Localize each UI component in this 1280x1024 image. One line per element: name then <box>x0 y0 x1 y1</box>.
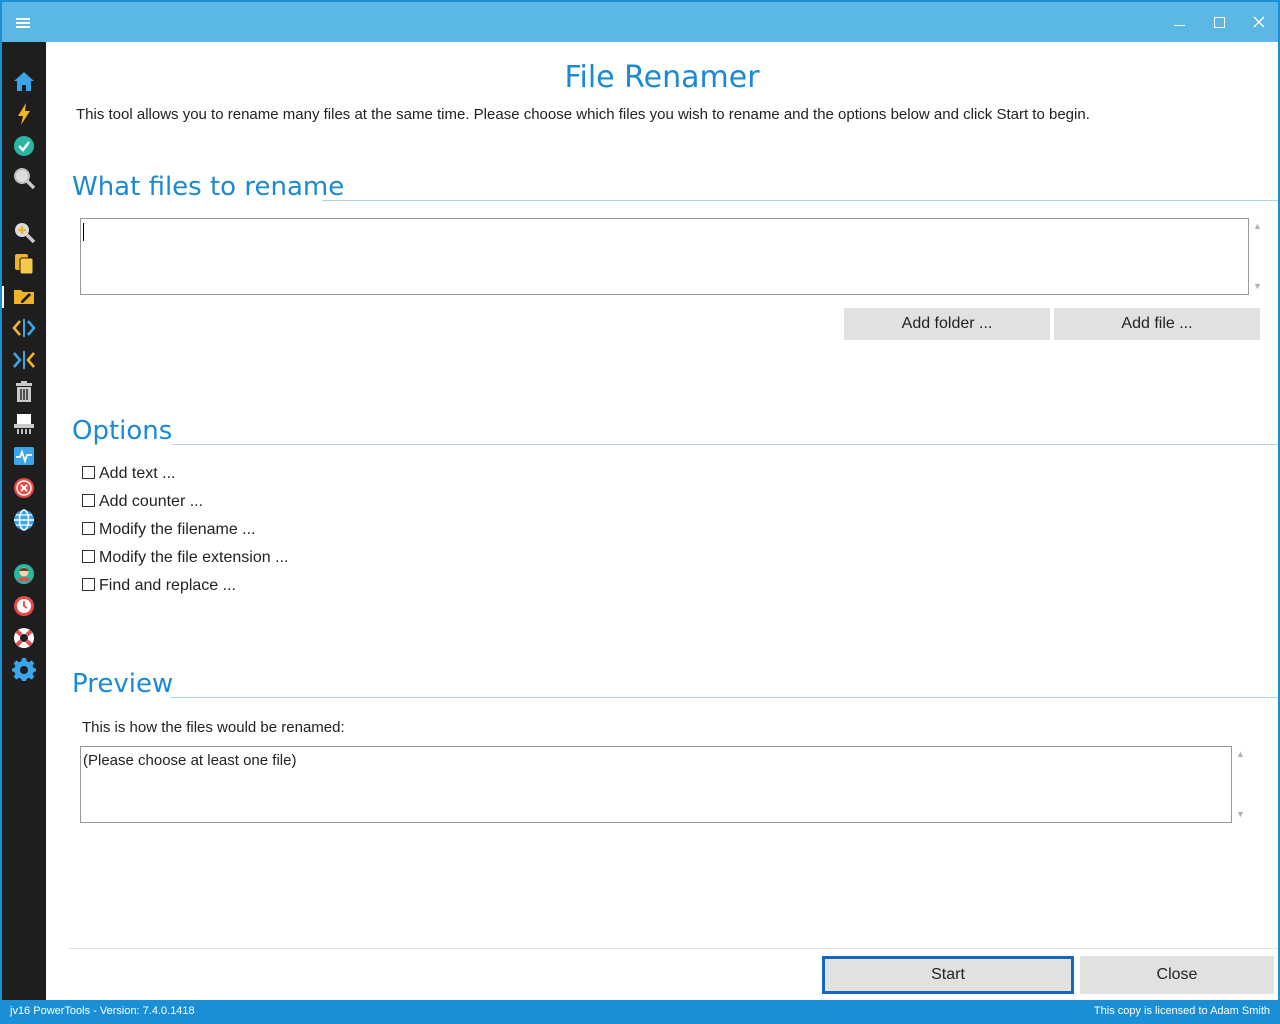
checkmark-icon <box>14 136 34 156</box>
sidebar-item-settings[interactable] <box>12 658 36 682</box>
close-icon <box>1253 16 1265 28</box>
option-checkbox[interactable] <box>82 550 95 563</box>
sidebar-item-help[interactable] <box>12 626 36 650</box>
sidebar-item-profile[interactable] <box>12 562 36 586</box>
close-button[interactable]: Close <box>1080 956 1274 994</box>
page-title: File Renamer <box>564 60 760 95</box>
option-label: Modify the file extension ... <box>99 549 289 566</box>
globe-icon <box>14 509 34 531</box>
sidebar-item-join[interactable] <box>12 348 36 372</box>
options-section-divider <box>172 444 1278 445</box>
option-checkbox[interactable] <box>82 578 95 591</box>
hamburger-menu-icon[interactable] <box>12 12 36 34</box>
preview-output-text: (Please choose at least one file) <box>83 752 297 769</box>
merge-arrows-icon <box>13 351 35 369</box>
sidebar <box>2 42 46 1000</box>
files-input-scrollbar[interactable]: ▲ ▼ <box>1250 218 1264 295</box>
lightning-icon <box>18 103 30 125</box>
option-checkbox[interactable] <box>82 494 95 507</box>
zoom-in-icon <box>15 223 36 244</box>
sidebar-item-check[interactable] <box>12 134 36 158</box>
option-add-text[interactable]: Add text ... <box>82 465 175 485</box>
title-bar[interactable] <box>2 2 1278 42</box>
sidebar-item-block[interactable] <box>12 476 36 500</box>
gear-icon <box>12 658 36 681</box>
preview-section-header: Preview <box>72 669 174 699</box>
option-label: Find and replace ... <box>99 577 236 594</box>
folder-edit-icon <box>14 290 34 304</box>
sidebar-item-history[interactable] <box>12 594 36 618</box>
sidebar-item-file-renamer[interactable] <box>12 284 36 308</box>
add-file-button[interactable]: Add file ... <box>1054 308 1260 340</box>
home-icon <box>14 72 34 91</box>
status-bar: jv16 PowerTools - Version: 7.4.0.1418 Th… <box>2 1000 1278 1022</box>
option-add-counter[interactable]: Add counter ... <box>82 493 203 513</box>
app-window: File Renamer This tool allows you to ren… <box>0 0 1280 1024</box>
option-modify-extension[interactable]: Modify the file extension ... <box>82 549 288 569</box>
scroll-up-icon[interactable]: ▲ <box>1253 222 1262 231</box>
sidebar-item-duplicate[interactable] <box>12 252 36 276</box>
sidebar-item-home[interactable] <box>12 70 36 94</box>
page-description: This tool allows you to rename many file… <box>76 106 1090 123</box>
activity-monitor-icon <box>14 447 34 465</box>
option-label: Modify the filename ... <box>99 521 256 538</box>
minimize-button[interactable] <box>1168 12 1192 34</box>
preview-output[interactable]: (Please choose at least one file) <box>80 746 1232 823</box>
files-section-divider <box>322 200 1278 201</box>
sidebar-item-search[interactable] <box>12 166 36 190</box>
magnifier-icon <box>14 168 36 190</box>
sidebar-item-quick[interactable] <box>12 102 36 126</box>
main-content: File Renamer This tool allows you to ren… <box>46 42 1278 1000</box>
option-find-replace[interactable]: Find and replace ... <box>82 577 236 597</box>
sidebar-item-internet[interactable] <box>12 508 36 532</box>
lifebuoy-icon <box>14 628 34 648</box>
sidebar-item-zoom[interactable] <box>12 220 36 244</box>
add-folder-button[interactable]: Add folder ... <box>844 308 1050 340</box>
scroll-up-icon[interactable]: ▲ <box>1236 750 1245 759</box>
sidebar-item-monitor[interactable] <box>12 444 36 468</box>
copy-files-icon <box>15 254 34 275</box>
close-window-button[interactable] <box>1247 12 1271 34</box>
split-arrows-icon <box>12 319 36 337</box>
sidebar-item-split[interactable] <box>12 316 36 340</box>
files-input[interactable] <box>80 218 1249 295</box>
active-item-marker <box>2 286 4 308</box>
version-text: jv16 PowerTools - Version: 7.4.0.1418 <box>10 1005 195 1017</box>
files-section-header: What files to rename <box>72 172 345 202</box>
option-checkbox[interactable] <box>82 522 95 535</box>
trash-icon <box>16 381 32 402</box>
preview-section-divider <box>170 697 1278 698</box>
preview-scrollbar[interactable]: ▲ ▼ <box>1233 746 1247 823</box>
text-caret <box>83 223 84 241</box>
option-label: Add text ... <box>99 465 176 482</box>
sidebar-item-shredder[interactable] <box>12 412 36 436</box>
shredder-icon <box>14 414 34 434</box>
user-avatar-icon <box>14 564 34 584</box>
preview-label: This is how the files would be renamed: <box>82 719 345 736</box>
scroll-down-icon[interactable]: ▼ <box>1236 810 1245 819</box>
license-text: This copy is licensed to Adam Smith <box>1093 1005 1270 1017</box>
maximize-button[interactable] <box>1208 12 1232 34</box>
close-circle-icon <box>14 478 34 498</box>
option-label: Add counter ... <box>99 493 204 510</box>
option-modify-filename[interactable]: Modify the filename ... <box>82 521 256 541</box>
option-checkbox[interactable] <box>82 466 95 479</box>
start-button[interactable]: Start <box>822 956 1074 994</box>
scroll-down-icon[interactable]: ▼ <box>1253 282 1262 291</box>
footer-divider <box>68 948 1278 949</box>
clock-icon <box>14 596 34 616</box>
sidebar-item-delete[interactable] <box>12 380 36 404</box>
options-section-header: Options <box>72 416 173 446</box>
